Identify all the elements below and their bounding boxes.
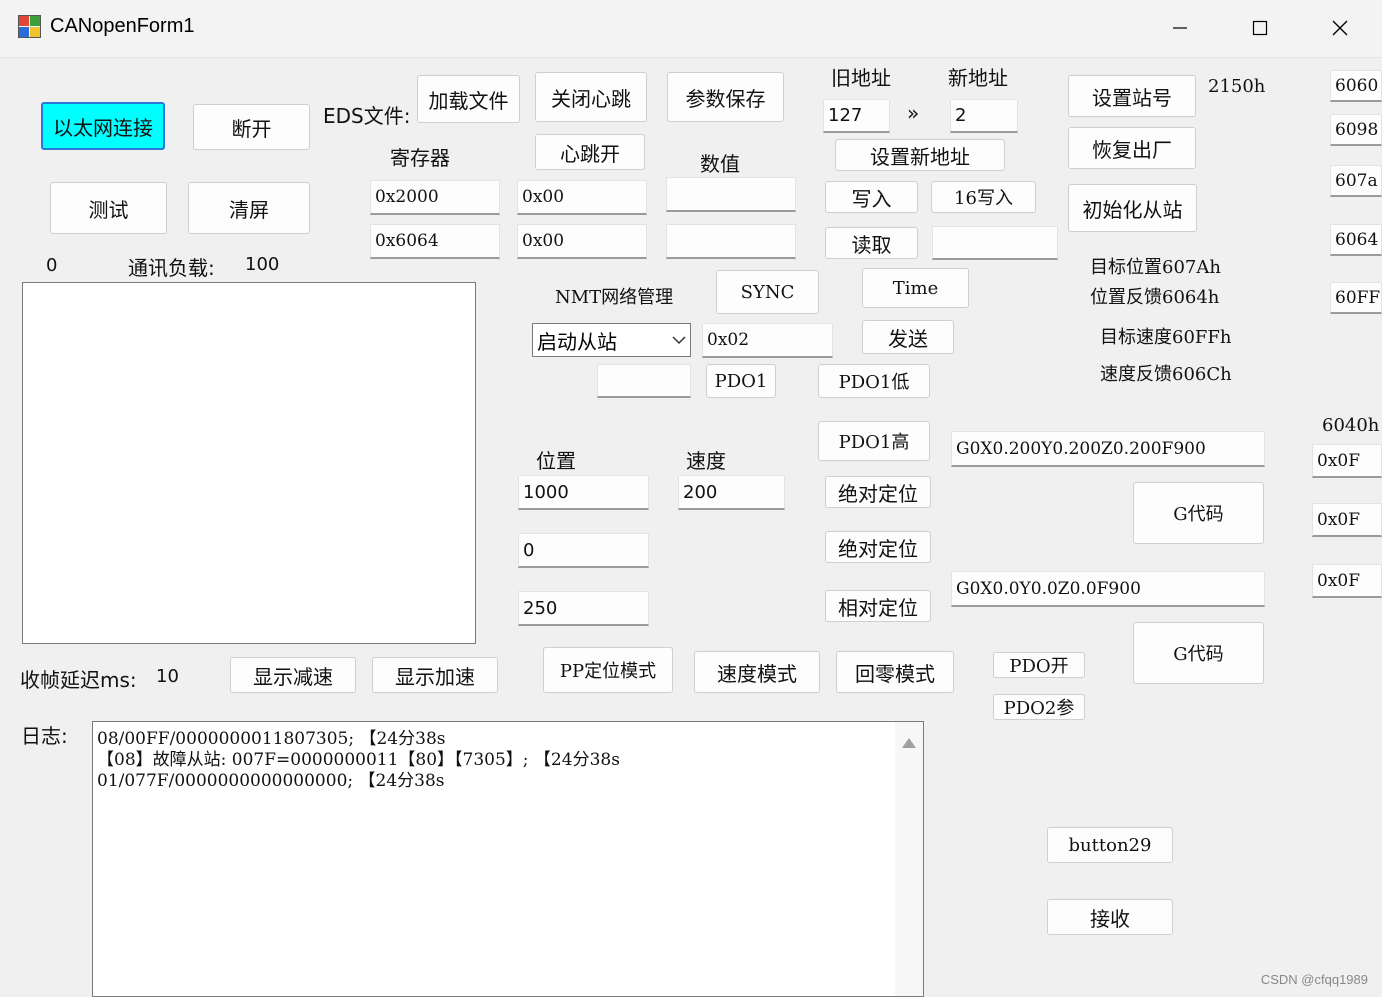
object-6098-field[interactable]: 6098 (1330, 114, 1382, 146)
write-button[interactable]: 写入 (825, 181, 918, 213)
eds-file-label: EDS文件: (323, 104, 411, 128)
set-new-address-button[interactable]: 设置新地址 (835, 139, 1005, 171)
pdo2-param-button[interactable]: PDO2参 (993, 694, 1085, 720)
save-params-button[interactable]: 参数保存 (667, 72, 784, 122)
position-label: 位置 (536, 449, 576, 473)
homing-mode-button[interactable]: 回零模式 (836, 651, 954, 693)
object-607a-field[interactable]: 607a (1330, 165, 1382, 197)
log-textbox[interactable]: 08/00FF/0000000011807305; 【24分38s 【08】故障… (92, 721, 924, 997)
absolute-position-button-1[interactable]: 绝对定位 (825, 476, 931, 508)
object-60ff-field[interactable]: 60FF (1330, 282, 1382, 314)
set-station-button[interactable]: 设置站号 (1068, 75, 1196, 117)
label-6040h: 6040h (1322, 415, 1380, 436)
chevron-down-icon (672, 335, 686, 345)
log-scrollbar[interactable] (895, 722, 923, 996)
clear-screen-button[interactable]: 清屏 (188, 182, 310, 234)
target-position-label: 目标位置607Ah (1090, 257, 1221, 278)
address-arrow: » (907, 101, 920, 125)
test-button[interactable]: 测试 (50, 182, 167, 234)
register2-index-field[interactable]: 0x6064 (370, 224, 500, 259)
pp-mode-button[interactable]: PP定位模式 (543, 647, 673, 693)
frame-delay-label: 收帧延迟ms: (20, 668, 137, 692)
absolute-position-button-2[interactable]: 绝对定位 (825, 531, 931, 563)
gcode-field-1[interactable]: G0X0.200Y0.200Z0.200F900 (951, 431, 1265, 467)
nmt-command-select[interactable]: 启动从站 (532, 323, 691, 357)
register-label: 寄存器 (390, 146, 450, 170)
maximize-button[interactable] (1220, 4, 1300, 52)
object-6060-field[interactable]: 6060 (1330, 70, 1382, 102)
gcode-button-1[interactable]: G代码 (1133, 482, 1264, 544)
relative-position-button[interactable]: 相对定位 (825, 590, 931, 622)
send-button[interactable]: 发送 (862, 320, 954, 354)
close-heartbeat-button[interactable]: 关闭心跳 (535, 72, 647, 122)
data-listbox[interactable] (22, 282, 476, 644)
factory-reset-button[interactable]: 恢复出厂 (1068, 127, 1196, 169)
log-label: 日志: (21, 724, 68, 748)
load-file-button[interactable]: 加载文件 (417, 75, 520, 123)
show-accel-button[interactable]: 显示加速 (372, 657, 498, 693)
register1-value-field[interactable] (666, 177, 796, 212)
velocity-feedback-label: 速度反馈606Ch (1100, 364, 1232, 385)
position3-field[interactable]: 250 (518, 591, 649, 626)
register2-value-field[interactable] (666, 224, 796, 259)
speed-field[interactable]: 200 (678, 475, 785, 510)
pdo-on-button[interactable]: PDO开 (993, 652, 1085, 678)
frame-delay-value: 10 (156, 666, 179, 687)
new-address-label: 新地址 (948, 66, 1008, 90)
comm-load-label: 通讯负载: (128, 256, 215, 280)
register2-subindex-field[interactable]: 0x00 (517, 224, 647, 259)
receive-button[interactable]: 接收 (1047, 899, 1173, 935)
velocity-mode-button[interactable]: 速度模式 (694, 651, 820, 693)
control-word-field-1[interactable]: 0x0F (1312, 444, 1382, 478)
position-feedback-label: 位置反馈6064h (1090, 287, 1220, 308)
position-field[interactable]: 1000 (518, 475, 649, 510)
old-address-label: 旧地址 (831, 66, 891, 90)
read-value-field[interactable] (932, 226, 1058, 260)
sync-button[interactable]: SYNC (716, 270, 819, 314)
minimize-button[interactable] (1140, 4, 1220, 52)
speed-label: 速度 (686, 449, 726, 473)
close-button[interactable] (1300, 4, 1380, 52)
heartbeat-on-button[interactable]: 心跳开 (535, 134, 645, 170)
nmt-code-field[interactable]: 0x02 (702, 323, 833, 358)
nmt-label: NMT网络管理 (555, 287, 674, 308)
position2-field[interactable]: 0 (518, 533, 649, 568)
new-address-field[interactable]: 2 (950, 99, 1018, 133)
nmt-extra-field[interactable] (597, 364, 691, 398)
ethernet-connect-button[interactable]: 以太网连接 (41, 102, 165, 150)
comm-load-value: 100 (245, 254, 280, 275)
register1-index-field[interactable]: 0x2000 (370, 180, 500, 215)
pdo1-high-button[interactable]: PDO1高 (818, 421, 930, 461)
button29-button[interactable]: button29 (1047, 827, 1173, 863)
addr-2150h-label: 2150h (1208, 76, 1266, 97)
target-velocity-label: 目标速度60FFh (1100, 327, 1232, 348)
scroll-up-icon[interactable] (901, 734, 917, 753)
log-line: 01/077F/0000000000000000; 【24分38s (97, 771, 445, 791)
pdo1-button[interactable]: PDO1 (706, 364, 776, 398)
register1-subindex-field[interactable]: 0x00 (517, 180, 647, 215)
watermark: CSDN @cfqq1989 (1260, 972, 1368, 987)
old-address-field[interactable]: 127 (823, 99, 890, 133)
show-decel-button[interactable]: 显示减速 (230, 657, 356, 693)
value-label: 数值 (700, 152, 740, 176)
gcode-field-2[interactable]: G0X0.0Y0.0Z0.0F900 (951, 571, 1265, 607)
pdo1-low-button[interactable]: PDO1低 (818, 364, 930, 398)
nmt-command-selected: 启动从站 (537, 329, 617, 354)
load-counter-label: 0 (46, 255, 58, 276)
time-button[interactable]: Time (862, 268, 969, 308)
disconnect-button[interactable]: 断开 (193, 104, 310, 150)
window-title: CANopenForm1 (50, 15, 195, 37)
control-word-field-2[interactable]: 0x0F (1312, 503, 1382, 537)
control-word-field-3[interactable]: 0x0F (1312, 564, 1382, 598)
object-6064-field[interactable]: 6064 (1330, 224, 1382, 256)
init-slave-button[interactable]: 初始化从站 (1068, 184, 1197, 232)
write16-button[interactable]: 16写入 (931, 181, 1036, 213)
gcode-button-2[interactable]: G代码 (1133, 622, 1264, 684)
app-icon (18, 15, 42, 39)
read-button[interactable]: 读取 (825, 227, 918, 259)
